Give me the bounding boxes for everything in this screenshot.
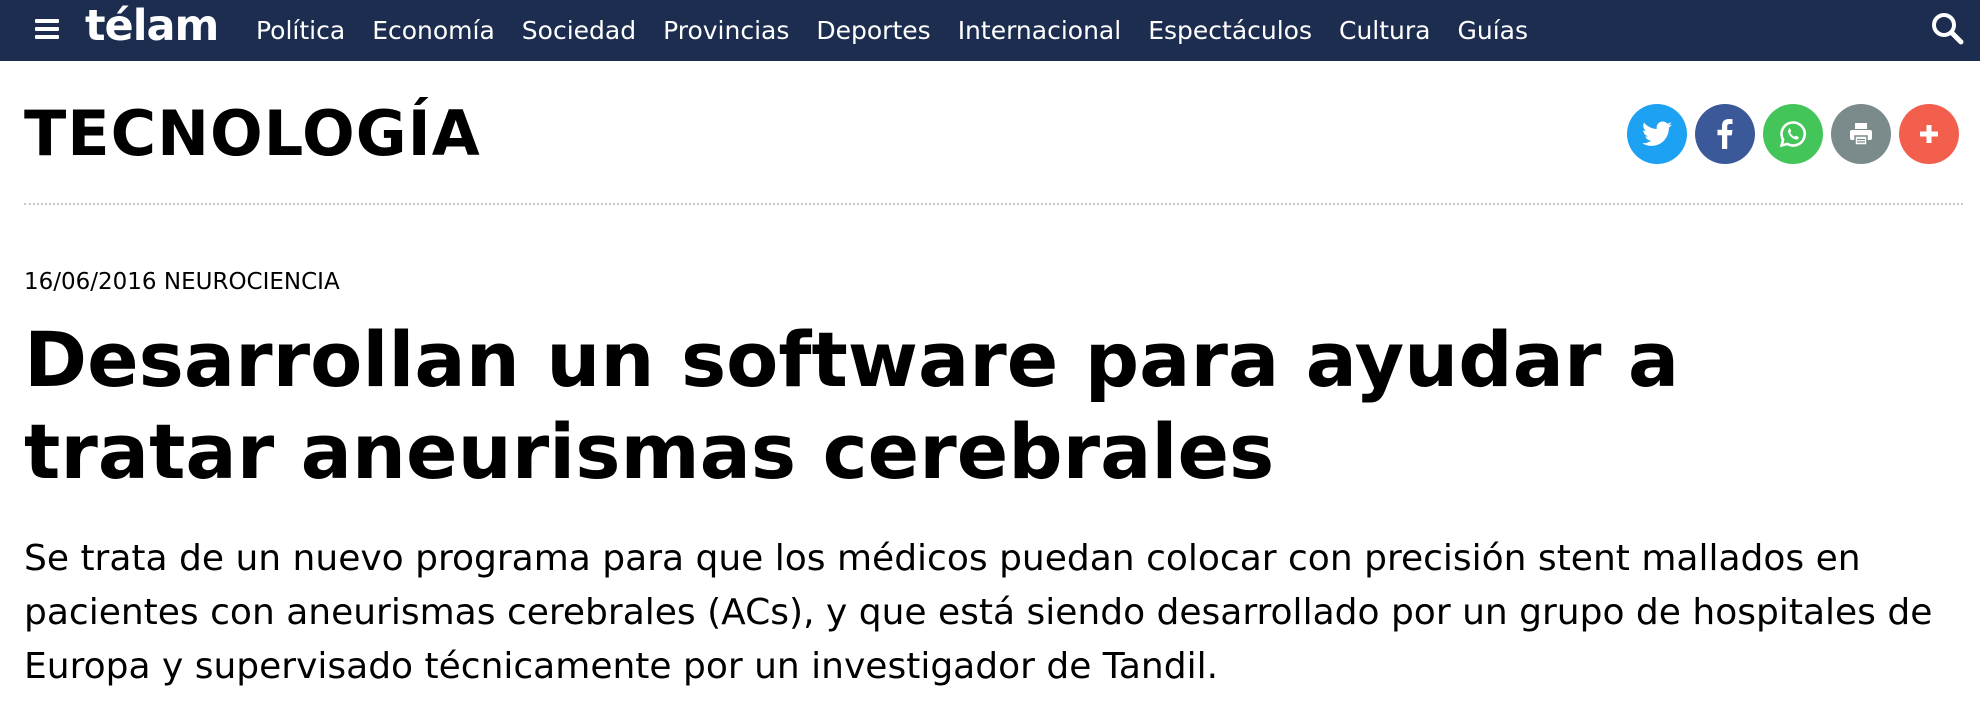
search-icon[interactable] [1929, 10, 1965, 46]
section-title: TECNOLOGÍA [24, 97, 481, 170]
nav-item-deportes[interactable]: Deportes [816, 16, 930, 45]
section-divider [24, 203, 1963, 205]
main-nav: Política Economía Sociedad Provincias De… [256, 0, 1555, 61]
nav-item-politica[interactable]: Política [256, 16, 345, 45]
share-more-button[interactable] [1899, 104, 1959, 164]
share-print-button[interactable] [1831, 104, 1891, 164]
share-facebook-button[interactable] [1695, 104, 1755, 164]
nav-item-provincias[interactable]: Provincias [663, 16, 789, 45]
facebook-icon [1717, 119, 1733, 149]
nav-item-espectaculos[interactable]: Espectáculos [1148, 16, 1312, 45]
whatsapp-icon [1778, 119, 1808, 149]
article-summary: Se trata de un nuevo programa para que l… [24, 538, 1933, 687]
article-headline: Desarrollan un software para ayudar a tr… [24, 315, 1680, 496]
share-twitter-button[interactable] [1627, 104, 1687, 164]
nav-item-economia[interactable]: Economía [372, 16, 495, 45]
article-meta: 16/06/2016 NEUROCIENCIA [24, 268, 340, 296]
nav-item-internacional[interactable]: Internacional [958, 16, 1122, 45]
hamburger-menu-icon[interactable] [35, 19, 61, 41]
top-navigation-bar: télam Política Economía Sociedad Provinc… [0, 0, 1980, 61]
site-logo[interactable]: télam [85, 2, 219, 50]
share-whatsapp-button[interactable] [1763, 104, 1823, 164]
nav-item-sociedad[interactable]: Sociedad [522, 16, 636, 45]
print-icon [1848, 122, 1874, 146]
nav-item-guias[interactable]: Guías [1458, 16, 1529, 45]
article-date: 16/06/2016 [24, 269, 157, 295]
article-category[interactable]: NEUROCIENCIA [164, 269, 340, 295]
twitter-icon [1642, 121, 1672, 147]
plus-icon [1918, 123, 1940, 145]
nav-item-cultura[interactable]: Cultura [1339, 16, 1431, 45]
